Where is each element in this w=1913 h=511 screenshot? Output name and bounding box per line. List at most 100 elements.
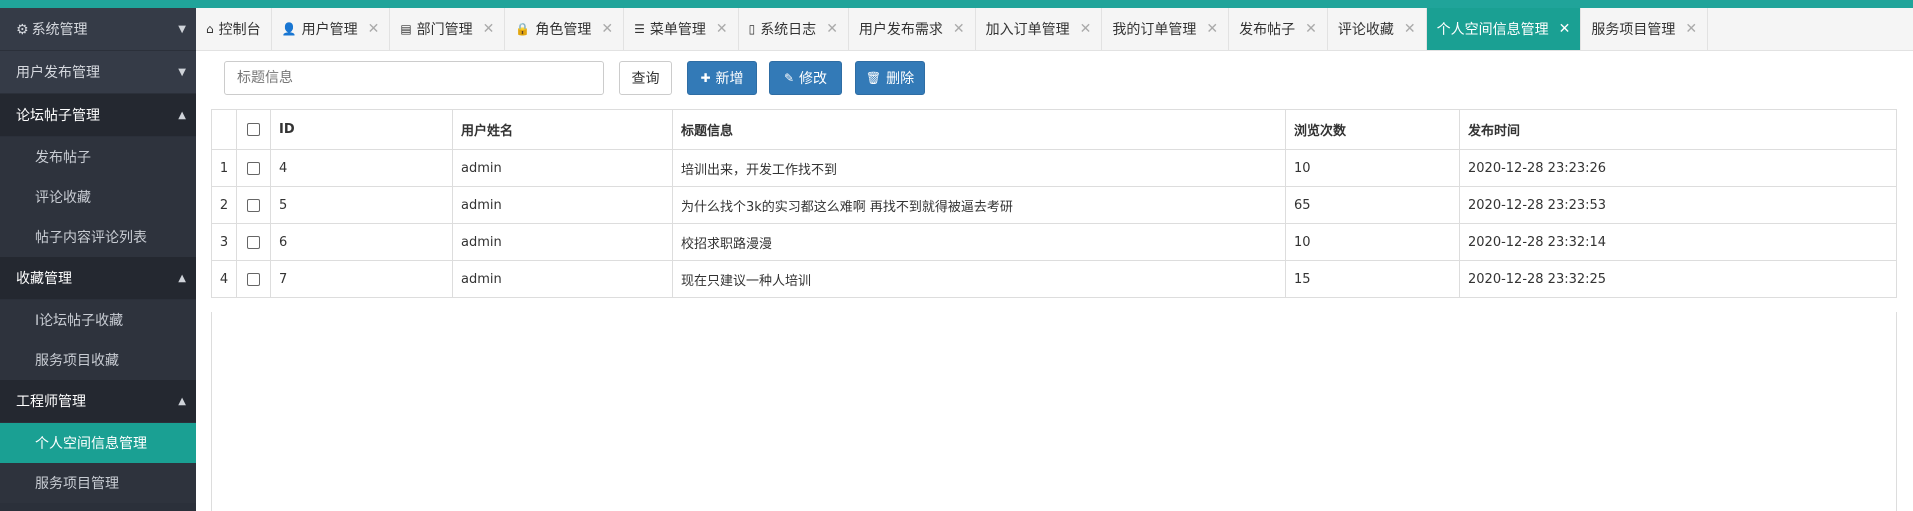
tab-label: 用户发布需求	[858, 22, 943, 38]
column-header-id[interactable]: ID	[270, 109, 453, 150]
close-icon[interactable]: ✕	[826, 21, 838, 37]
user-icon: 👤	[281, 22, 297, 36]
sidebar-group-label-wrap: 论坛帖子管理	[16, 105, 100, 125]
sidebar-item[interactable]: 个人空间信息管理	[0, 423, 196, 463]
tab[interactable]: 评论收藏 ✕	[1328, 8, 1427, 50]
sidebar-item[interactable]: 评论收藏	[0, 177, 196, 217]
close-icon[interactable]: ✕	[1404, 21, 1416, 37]
sidebar-item-label: 发布帖子	[35, 150, 91, 166]
cell-time: 2020-12-28 23:32:25	[1459, 260, 1897, 298]
row-checkbox[interactable]	[247, 198, 260, 212]
tab[interactable]: 🔒 角色管理 ✕	[505, 8, 625, 50]
close-icon[interactable]: ✕	[1206, 21, 1218, 37]
edit-button-label: 修改	[799, 71, 828, 87]
close-icon[interactable]: ✕	[716, 21, 728, 37]
row-checkbox-cell	[236, 260, 271, 298]
column-header-views[interactable]: 浏览次数	[1285, 109, 1460, 150]
tab-bar: ⌂ 控制台 👤 用户管理 ✕ ▤ 部门管理 ✕ 🔒 角色管理 ✕ ☰ 菜单管理 ✕ ▯ 系统日志 ✕ 用户发布需求…	[196, 8, 1913, 51]
sidebar-item[interactable]: 服务项目管理	[0, 463, 196, 503]
caret-down-icon: ▼	[178, 23, 186, 35]
sidebar-group-label-wrap: ⚙ 系统管理	[16, 19, 88, 39]
column-header-time[interactable]: 发布时间	[1459, 109, 1897, 150]
sidebar-item[interactable]: 服务项目收藏	[0, 340, 196, 380]
file-icon: ▯	[748, 22, 756, 36]
tab-label: 服务项目管理	[1591, 22, 1676, 38]
table-row[interactable]: 3 6 admin 校招求职路漫漫 10 2020-12-28 23:32:14	[211, 223, 1897, 261]
tab[interactable]: ⌂ 控制台	[196, 8, 272, 50]
cell-views: 65	[1285, 186, 1460, 224]
trash-icon: 🗑	[865, 71, 882, 85]
table-row[interactable]: 2 5 admin 为什么找个3k的实习都这么难啊 再找不到就得被逼去考研 65 2020…	[211, 186, 1897, 224]
cell-title: 校招求职路漫漫	[672, 223, 1286, 261]
cell-user: admin	[452, 260, 673, 298]
tab[interactable]: 服务项目管理 ✕	[1581, 8, 1709, 50]
close-icon[interactable]: ✕	[1685, 21, 1697, 37]
sidebar-item[interactable]: I论坛帖子收藏	[0, 300, 196, 340]
sidebar-item[interactable]: 发布帖子	[0, 137, 196, 177]
row-index: 3	[211, 223, 237, 261]
table-body: 1 4 admin 培训出来，开发工作找不到 10 2020-12-28 23:23:26…	[211, 149, 1897, 298]
table-row[interactable]: 4 7 admin 现在只建议一种人培训 15 2020-12-28 23:32:25	[211, 260, 1897, 298]
tab[interactable]: ☰ 菜单管理 ✕	[624, 8, 739, 50]
tab[interactable]: 发布帖子 ✕	[1229, 8, 1328, 50]
query-button[interactable]: 查询	[619, 61, 672, 95]
sidebar-group-label: 收藏管理	[16, 271, 72, 287]
cell-views: 10	[1285, 223, 1460, 261]
close-icon[interactable]: ✕	[483, 21, 495, 37]
sidebar-group[interactable]: 收藏管理 ▲	[0, 257, 196, 300]
cell-views: 10	[1285, 149, 1460, 187]
tab[interactable]: ▤ 部门管理 ✕	[390, 8, 506, 50]
sidebar-item-label: I论坛帖子收藏	[35, 313, 124, 329]
row-checkbox[interactable]	[247, 272, 260, 286]
close-icon[interactable]: ✕	[1305, 21, 1317, 37]
column-header-user[interactable]: 用户姓名	[452, 109, 673, 150]
gear-icon: ⚙	[16, 22, 29, 38]
cell-title: 培训出来，开发工作找不到	[672, 149, 1286, 187]
sidebar-item-label: 服务项目管理	[35, 476, 119, 492]
table-empty-area	[211, 312, 1897, 511]
lock-icon: 🔒	[515, 22, 531, 36]
tab[interactable]: 个人空间信息管理 ✕	[1426, 8, 1582, 50]
close-icon[interactable]: ✕	[1559, 21, 1571, 37]
data-table-wrapper: ID 用户姓名 标题信息 浏览次数 发布时间 1 4 admin 培训出来，开发工作找…	[211, 109, 1897, 298]
close-icon[interactable]: ✕	[368, 21, 380, 37]
sidebar-item-label: 服务项目收藏	[35, 353, 119, 369]
tab[interactable]: 👤 用户管理 ✕	[272, 8, 391, 50]
title-search-input[interactable]	[224, 61, 604, 95]
caret-up-icon: ▲	[178, 272, 186, 284]
list-icon: ☰	[634, 22, 645, 36]
row-checkbox[interactable]	[247, 235, 260, 249]
table-row[interactable]: 1 4 admin 培训出来，开发工作找不到 10 2020-12-28 23:23:26	[211, 149, 1897, 187]
close-icon[interactable]: ✕	[953, 21, 965, 37]
sidebar-group[interactable]: 论坛帖子管理 ▲	[0, 94, 196, 137]
tab-label: 用户管理	[301, 22, 358, 38]
sidebar-group-label-wrap: 工程师管理	[16, 391, 86, 411]
add-button-label: 新增	[715, 71, 744, 87]
row-checkbox[interactable]	[247, 161, 260, 175]
sidebar-group[interactable]: 用户发布管理 ▼	[0, 51, 196, 94]
caret-down-icon: ▼	[178, 66, 186, 78]
tab[interactable]: 我的订单管理 ✕	[1102, 8, 1230, 50]
select-all-checkbox[interactable]	[247, 123, 260, 136]
add-button[interactable]: ✚ 新增	[687, 61, 757, 95]
tab[interactable]: 加入订单管理 ✕	[976, 8, 1103, 50]
tab[interactable]: 用户发布需求 ✕	[849, 8, 976, 50]
sidebar-group[interactable]: ⚙ 系统管理 ▼	[0, 8, 196, 51]
caret-up-icon: ▲	[178, 109, 186, 121]
close-icon[interactable]: ✕	[1080, 21, 1092, 37]
tab-label: 发布帖子	[1239, 22, 1296, 38]
tab[interactable]: ▯ 系统日志 ✕	[739, 8, 849, 50]
row-index: 1	[211, 149, 237, 187]
sidebar-item[interactable]: 帖子内容评论列表	[0, 217, 196, 257]
sidebar-group[interactable]: 工程师管理 ▲	[0, 380, 196, 423]
sidebar-item-label: 帖子内容评论列表	[35, 230, 147, 246]
delete-button[interactable]: 🗑 删除	[855, 61, 925, 95]
column-header-title[interactable]: 标题信息	[672, 109, 1286, 150]
data-table: ID 用户姓名 标题信息 浏览次数 发布时间 1 4 admin 培训出来，开发工作找…	[211, 109, 1897, 298]
cell-time: 2020-12-28 23:23:26	[1459, 149, 1897, 187]
tab-label: 我的订单管理	[1112, 22, 1197, 38]
tab-label: 加入订单管理	[985, 22, 1070, 38]
edit-button[interactable]: ✎ 修改	[769, 61, 842, 95]
sidebar-group-label: 论坛帖子管理	[16, 108, 100, 124]
close-icon[interactable]: ✕	[601, 21, 613, 37]
